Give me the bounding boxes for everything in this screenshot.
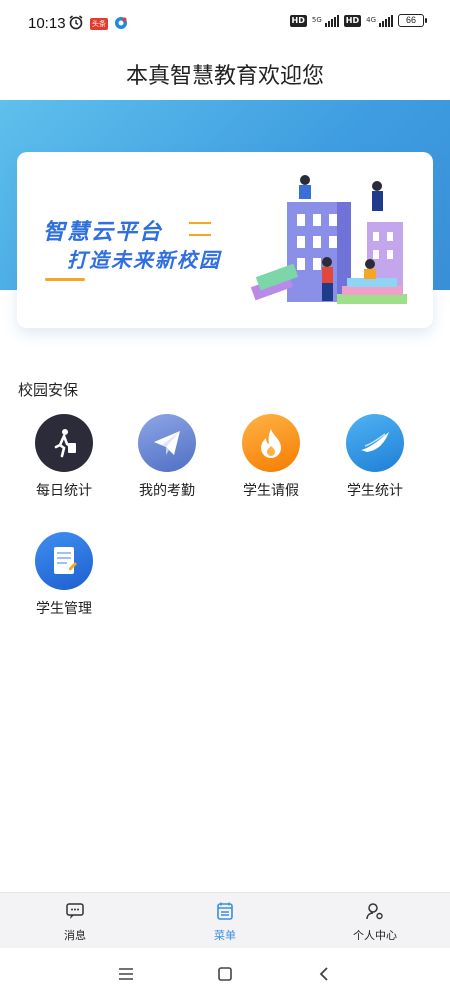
page-title: 本真智慧教育欢迎您 [125, 64, 324, 89]
nav-label: 消息 [64, 929, 86, 942]
system-navigation-bar [0, 948, 450, 1000]
paper-plane-icon [138, 414, 196, 472]
menu-item-student-stats[interactable]: 学生统计 [323, 414, 427, 500]
chevron-left-icon [319, 967, 328, 981]
user-settings-icon [366, 903, 383, 920]
menu-item-daily-stats[interactable]: 每日统计 [12, 414, 116, 500]
flame-icon [242, 414, 300, 472]
network-4g-label: 4G [366, 16, 376, 24]
nav-tab-profile[interactable]: 个人中心 [335, 901, 415, 943]
hd-icon-2: HD [343, 14, 362, 27]
map-pin-icon [114, 15, 128, 34]
promo-banner[interactable]: 智慧云平台 打造未来新校园 [17, 152, 433, 328]
nav-tab-menu[interactable]: 菜单 [185, 901, 265, 943]
menu-label: 学生统计 [347, 483, 403, 499]
banner-headline: 智慧云平台 [43, 220, 164, 245]
menu-label: 每日统计 [36, 483, 92, 499]
alarm-icon [68, 14, 84, 34]
menu-label: 学生管理 [36, 601, 92, 617]
message-icon [66, 903, 84, 919]
hamburger-icon [119, 968, 133, 980]
status-time: 10:13 [28, 15, 66, 32]
menu-label: 学生请假 [243, 483, 299, 499]
menu-label: 我的考勤 [139, 483, 195, 499]
home-button[interactable] [213, 962, 237, 986]
signal-icon [324, 14, 339, 27]
campus-illustration [250, 175, 407, 304]
network-5g-label: 5G [311, 16, 322, 24]
calendar-menu-icon [217, 902, 233, 920]
section-title-campus-security: 校园安保 [18, 381, 79, 399]
nav-tab-messages[interactable]: 消息 [35, 901, 115, 943]
nav-label: 菜单 [214, 929, 236, 942]
menu-item-student-leave[interactable]: 学生请假 [219, 414, 323, 500]
bottom-navigation: 消息 菜单 个人中心 [0, 892, 450, 949]
banner-decoration [189, 222, 211, 236]
hd-icon: HD [289, 14, 307, 27]
news-app-badge: 头条 [90, 18, 108, 30]
banner-underline [45, 278, 85, 281]
signal-icon-2 [379, 14, 393, 27]
back-button[interactable] [312, 962, 336, 986]
menu-item-student-management[interactable]: 学生管理 [12, 532, 116, 618]
square-home-icon [218, 967, 232, 981]
menu-item-my-attendance[interactable]: 我的考勤 [115, 414, 219, 500]
walking-person-icon [35, 414, 93, 472]
banner-subheadline: 打造未来新校园 [67, 248, 221, 272]
status-bar: 10:13 头条 HD 5G HD 4G 66 [0, 0, 450, 46]
battery-icon: 66 [398, 14, 427, 27]
nav-label: 个人中心 [353, 929, 397, 942]
recent-apps-button[interactable] [114, 962, 138, 986]
wing-icon [346, 414, 404, 472]
notebook-icon [35, 532, 93, 590]
